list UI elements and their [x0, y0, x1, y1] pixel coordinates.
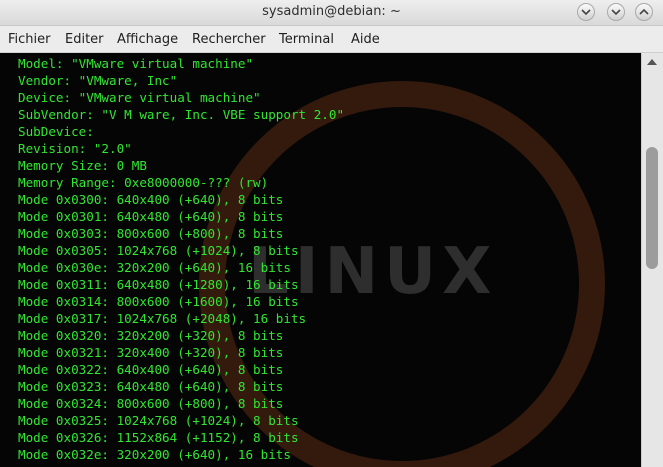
terminal-line: Mode 0x0314: 800x600 (+1600), 16 bits [18, 294, 299, 309]
terminal-line: SubVendor: "V M ware, Inc. VBE support 2… [18, 107, 345, 122]
terminal-line: Revision: "2.0" [18, 141, 132, 156]
menu-bar: Fichier Editer Affichage Rechercher Term… [0, 26, 663, 53]
terminal-line: Mode 0x0326: 1152x864 (+1152), 8 bits [18, 430, 299, 445]
terminal-area[interactable]: LINUX Model: "VMware virtual machine" Ven… [0, 53, 641, 467]
terminal-line: Mode 0x0311: 640x480 (+1280), 16 bits [18, 277, 299, 292]
terminal-line: Memory Range: 0xe8000000-??? (rw) [18, 175, 269, 190]
maximize-icon[interactable] [635, 3, 653, 21]
scrollbar-thumb[interactable] [646, 147, 658, 269]
minimize-icon[interactable] [607, 3, 625, 21]
menu-icon[interactable] [577, 3, 595, 21]
terminal-line: Vendor: "VMware, Inc" [18, 73, 178, 88]
menu-rechercher[interactable]: Rechercher [192, 32, 266, 47]
terminal-line: Mode 0x0317: 1024x768 (+2048), 16 bits [18, 311, 307, 326]
terminal-line: Mode 0x0303: 800x600 (+800), 8 bits [18, 226, 284, 241]
menu-affichage[interactable]: Affichage [117, 32, 178, 47]
terminal-line: Mode 0x0321: 320x400 (+320), 8 bits [18, 345, 284, 360]
terminal-line: SubDevice: [18, 124, 94, 139]
terminal-line: Mode 0x0320: 320x200 (+320), 8 bits [18, 328, 284, 343]
window-title: sysadmin@debian: ~ [262, 4, 401, 19]
terminal-line: Mode 0x030e: 320x200 (+640), 16 bits [18, 260, 291, 275]
terminal-line: Mode 0x0325: 1024x768 (+1024), 8 bits [18, 413, 299, 428]
terminal-output: Model: "VMware virtual machine" Vendor: "… [18, 55, 344, 463]
terminal-line: Mode 0x032e: 320x200 (+640), 16 bits [18, 447, 291, 462]
terminal-line: Mode 0x0301: 640x480 (+640), 8 bits [18, 209, 284, 224]
terminal-line: Mode 0x0324: 800x600 (+800), 8 bits [18, 396, 284, 411]
terminal-line: Mode 0x0322: 640x400 (+640), 8 bits [18, 362, 284, 377]
terminal-line: Device: "VMware virtual machine" [18, 90, 261, 105]
title-bar[interactable]: sysadmin@debian: ~ [0, 0, 663, 26]
scroll-up-icon[interactable] [647, 59, 657, 65]
menu-fichier[interactable]: Fichier [8, 32, 51, 47]
vertical-scrollbar[interactable] [641, 53, 663, 467]
terminal-line: Mode 0x0323: 640x480 (+640), 8 bits [18, 379, 284, 394]
terminal-line: Mode 0x0305: 1024x768 (+1024), 8 bits [18, 243, 299, 258]
terminal-line: Mode 0x0300: 640x400 (+640), 8 bits [18, 192, 284, 207]
terminal-line: Model: "VMware virtual machine" [18, 56, 254, 71]
menu-editer[interactable]: Editer [65, 32, 104, 47]
menu-terminal[interactable]: Terminal [279, 32, 334, 47]
terminal-line: Memory Size: 0 MB [18, 158, 147, 173]
menu-aide[interactable]: Aide [351, 32, 380, 47]
